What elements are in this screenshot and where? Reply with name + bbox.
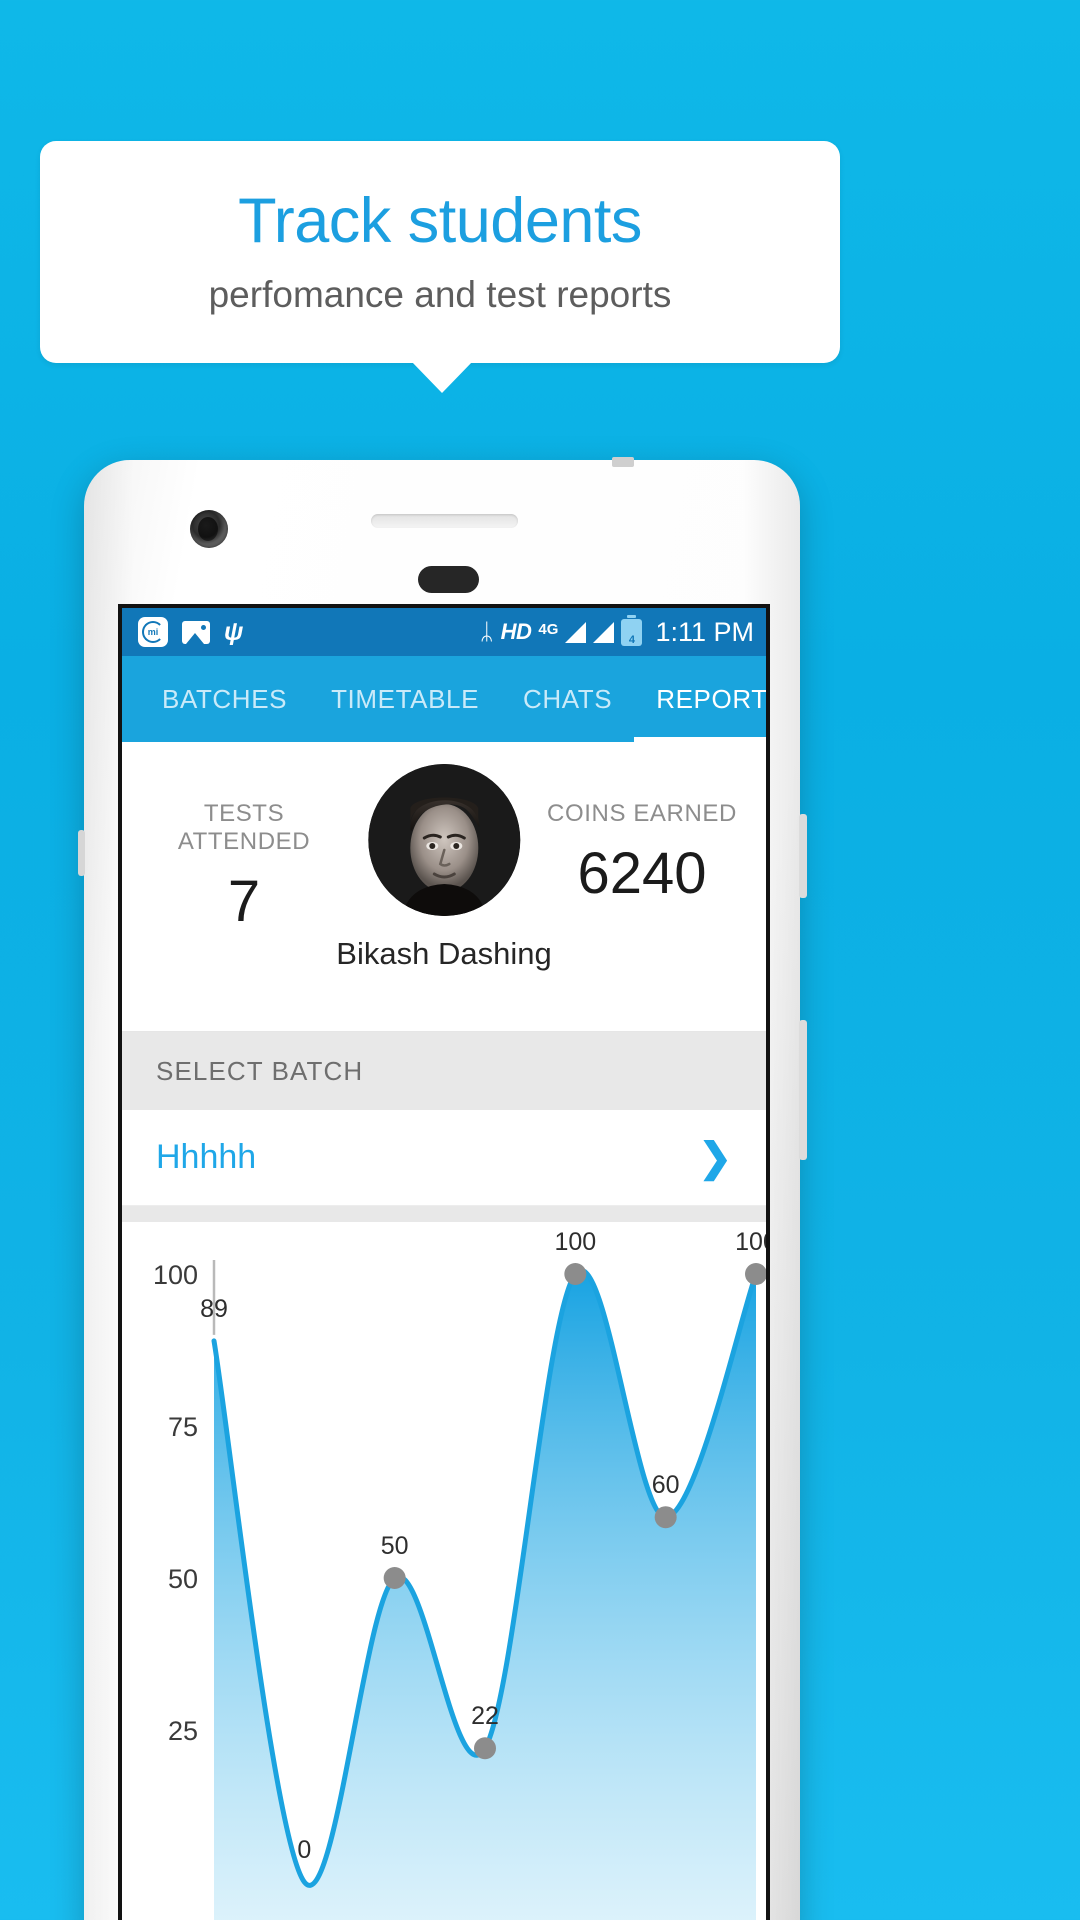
- battery-icon: 4: [621, 614, 643, 646]
- chart-point[interactable]: [745, 1263, 767, 1285]
- mi-app-icon: mi: [138, 617, 168, 647]
- chart-y-tick-label: 25: [168, 1716, 198, 1746]
- chart-y-axis: 100 75 50 25: [153, 1260, 198, 1746]
- select-batch-label: SELECT BATCH: [156, 1055, 364, 1086]
- chart-point[interactable]: [564, 1263, 587, 1285]
- chart-point-label: 89: [200, 1295, 228, 1323]
- promo-callout-tail: [411, 361, 473, 393]
- chart-canvas: 100 75 50 25 89 0 50 22 100 60 100: [153, 1228, 770, 1920]
- chart-point-label: 50: [381, 1532, 409, 1560]
- status-bar: mi ψ ᛦ HD 4G 4 1:11 PM: [122, 608, 766, 656]
- promo-callout: Track students perfomance and test repor…: [40, 141, 840, 363]
- tab-reports[interactable]: REPORTS: [634, 656, 766, 742]
- usb-icon: ψ: [224, 617, 244, 646]
- phone-screen: mi ψ ᛦ HD 4G 4 1:11 PM BATCHES TIMETABLE…: [118, 604, 770, 1920]
- selected-batch-name: Hhhhh: [156, 1138, 257, 1176]
- select-batch-header: SELECT BATCH: [122, 1032, 766, 1110]
- tests-attended-value: 7: [227, 869, 261, 934]
- signal-icon: [565, 621, 587, 643]
- tests-attended-label: TESTS ATTENDED: [177, 800, 311, 855]
- chevron-right-icon[interactable]: ❯: [698, 1138, 732, 1178]
- tab-timetable[interactable]: TIMETABLE: [309, 656, 501, 742]
- volume-button[interactable]: [799, 1020, 807, 1160]
- chart-y-tick-label: 50: [168, 1564, 198, 1594]
- batch-selector-row[interactable]: Hhhhh ❯: [122, 1110, 766, 1206]
- chart-point[interactable]: [383, 1567, 406, 1589]
- side-button-left[interactable]: [78, 830, 85, 876]
- signal-icon: [593, 621, 615, 643]
- home-button[interactable]: [418, 566, 479, 593]
- tab-batches[interactable]: BATCHES: [140, 656, 309, 742]
- power-button[interactable]: [799, 814, 807, 898]
- chart-point-label: 60: [652, 1471, 680, 1499]
- chart-point[interactable]: [474, 1737, 496, 1760]
- chart-point-label: 100: [554, 1228, 596, 1256]
- gallery-icon: [182, 620, 210, 644]
- profile-summary: TESTS ATTENDED 7 Bikash Dashing COINS EA…: [122, 742, 766, 1032]
- hd-icon: HD: [500, 619, 532, 644]
- chart-separator: [122, 1206, 766, 1222]
- phone-mockup: mi ψ ᛦ HD 4G 4 1:11 PM BATCHES TIMETABLE…: [78, 457, 807, 1920]
- network-type-icon: 4G: [538, 620, 559, 638]
- status-bar-left-icons: mi ψ: [138, 617, 243, 647]
- status-bar-clock: 1:11 PM: [655, 616, 754, 647]
- chart-area-fill: [214, 1270, 756, 1920]
- coins-earned-label: COINS EARNED: [547, 800, 737, 827]
- performance-chart: 100 75 50 25 89 0 50 22 100 60 100: [122, 1222, 766, 1920]
- camera-lens: [198, 517, 218, 541]
- chart-point[interactable]: [654, 1506, 677, 1529]
- tests-attended-stat: TESTS ATTENDED 7: [144, 800, 344, 935]
- profile-name: Bikash Dashing: [336, 936, 552, 971]
- coins-earned-stat: COINS EARNED 6240: [532, 800, 752, 907]
- chart-y-tick-label: 100: [153, 1260, 198, 1290]
- chart-point-label: 0: [297, 1836, 311, 1864]
- earpiece-speaker: [371, 514, 518, 528]
- mi-icon-label: mi: [142, 621, 164, 643]
- chart-point-label: 100: [735, 1228, 770, 1256]
- avatar-block: Bikash Dashing: [336, 764, 552, 972]
- tab-chats[interactable]: CHATS: [501, 656, 634, 742]
- chart-y-tick-label: 75: [168, 1412, 198, 1442]
- promo-title: Track students: [238, 185, 642, 256]
- avatar[interactable]: [368, 764, 520, 916]
- status-bar-right-icons: ᛦ HD 4G 4 1:11 PM: [479, 614, 754, 648]
- promo-subtitle: perfomance and test reports: [208, 274, 672, 316]
- front-camera-icon: [190, 510, 228, 548]
- avatar-portrait: [368, 764, 520, 916]
- coins-earned-value: 6240: [577, 841, 707, 906]
- chart-point-label: 22: [471, 1702, 499, 1730]
- bluetooth-icon: ᛦ: [479, 618, 494, 645]
- phone-top-nub: [612, 457, 634, 467]
- tab-bar: BATCHES TIMETABLE CHATS REPORTS: [122, 656, 766, 742]
